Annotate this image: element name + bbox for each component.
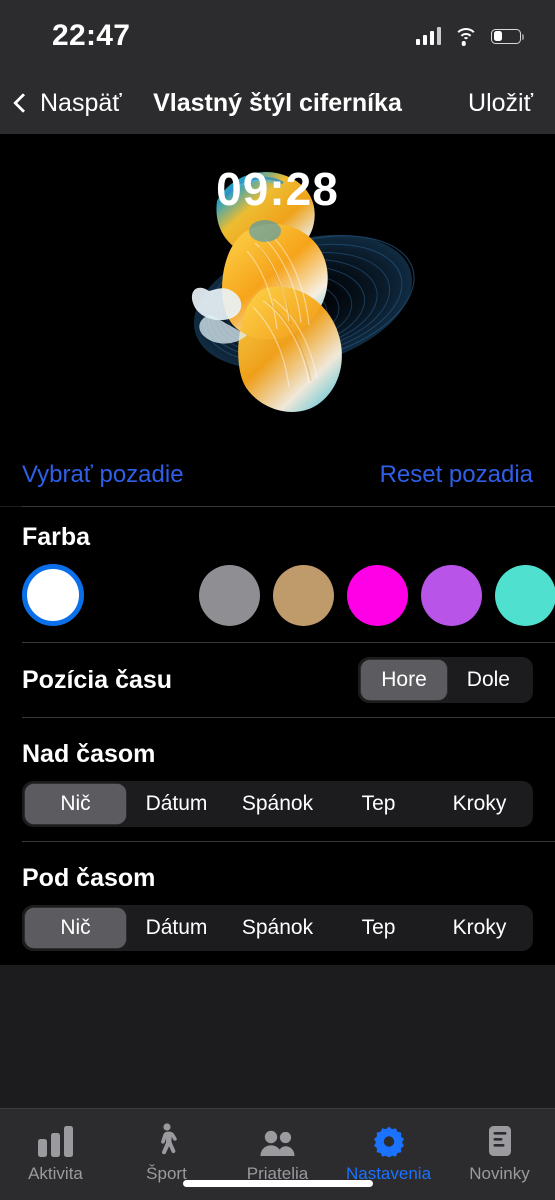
- below-time-label: Pod časom: [22, 864, 156, 892]
- reset-background-button[interactable]: Reset pozadia: [380, 461, 533, 489]
- above-segment-tep[interactable]: Tep: [328, 784, 429, 824]
- tab-priatelia[interactable]: Priatelia: [222, 1123, 333, 1184]
- tab-label-aktivita: Aktivita: [28, 1164, 83, 1183]
- walking-person-icon: [154, 1123, 180, 1157]
- color-swatch-list: [0, 552, 555, 642]
- battery-icon: [491, 28, 524, 44]
- time-position-row: Pozícia času Hore Dole: [0, 643, 555, 717]
- wifi-icon: [454, 27, 478, 46]
- time-position-segmented-control: Hore Dole: [358, 657, 533, 703]
- above-segment-spanok[interactable]: Spánok: [227, 784, 328, 824]
- bar-chart-icon: [38, 1123, 73, 1157]
- status-bar-indicators: [416, 27, 524, 46]
- color-swatch-white[interactable]: [22, 564, 84, 626]
- back-button[interactable]: Naspäť: [0, 89, 122, 118]
- below-time-section: Pod časom Nič Dátum Spánok Tep Kroky: [0, 842, 555, 965]
- preview-time: 09:28: [216, 163, 339, 215]
- chevron-left-icon: [13, 93, 33, 113]
- segment-hore[interactable]: Hore: [361, 660, 447, 700]
- status-bar: 22:47: [0, 0, 555, 72]
- color-swatch-gray[interactable]: [199, 564, 260, 626]
- color-swatch-turquoise[interactable]: [495, 564, 555, 626]
- above-time-label: Nad časom: [22, 740, 156, 768]
- document-icon: [487, 1123, 513, 1157]
- above-segment-nic[interactable]: Nič: [25, 784, 126, 824]
- above-segment-datum[interactable]: Dátum: [126, 784, 227, 824]
- cellular-signal-icon: [416, 27, 441, 45]
- below-segment-spanok[interactable]: Spánok: [227, 908, 328, 948]
- below-segment-nic[interactable]: Nič: [25, 908, 126, 948]
- choose-background-button[interactable]: Vybrať pozadie: [22, 461, 184, 489]
- tab-novinky[interactable]: Novinky: [444, 1123, 555, 1184]
- navigation-bar: Naspäť Vlastný štýl ciferníka Uložiť: [0, 72, 555, 134]
- below-segment-kroky[interactable]: Kroky: [429, 908, 530, 948]
- time-position-label: Pozícia času: [22, 665, 173, 694]
- tab-label-sport: Šport: [146, 1164, 187, 1183]
- color-section-title: Farba: [22, 523, 91, 551]
- segment-dole[interactable]: Dole: [447, 660, 530, 700]
- color-swatch-tan[interactable]: [273, 564, 334, 626]
- save-button[interactable]: Uložiť: [468, 89, 555, 118]
- below-segment-datum[interactable]: Dátum: [126, 908, 227, 948]
- tab-label-novinky: Novinky: [469, 1164, 530, 1183]
- above-time-section: Nad časom Nič Dátum Spánok Tep Kroky: [0, 718, 555, 841]
- background-actions-row: Vybrať pozadie Reset pozadia: [0, 444, 555, 506]
- home-indicator[interactable]: [182, 1180, 373, 1187]
- tab-nastavenia[interactable]: Nastavenia: [333, 1123, 444, 1184]
- above-segment-kroky[interactable]: Kroky: [429, 784, 530, 824]
- gear-icon: [373, 1123, 405, 1157]
- color-swatch-magenta[interactable]: [347, 564, 408, 626]
- status-bar-time: 22:47: [52, 19, 131, 52]
- tab-aktivita[interactable]: Aktivita: [0, 1123, 111, 1184]
- color-swatch-purple[interactable]: [421, 564, 482, 626]
- below-segment-tep[interactable]: Tep: [328, 908, 429, 948]
- tab-sport[interactable]: Šport: [111, 1123, 222, 1184]
- above-time-segmented-control: Nič Dátum Spánok Tep Kroky: [22, 781, 533, 827]
- people-icon: [259, 1123, 297, 1157]
- below-time-segmented-control: Nič Dátum Spánok Tep Kroky: [22, 905, 533, 951]
- back-button-label: Naspäť: [40, 88, 122, 117]
- empty-space: [0, 965, 555, 1108]
- app-root: 22:47 Naspäť Vlastný štýl ciferníka Ulož…: [0, 0, 555, 1200]
- watch-face-preview[interactable]: 09:28: [0, 134, 555, 444]
- settings-content: Farba Pozícia času Hore Dole Nad časom N…: [0, 507, 555, 965]
